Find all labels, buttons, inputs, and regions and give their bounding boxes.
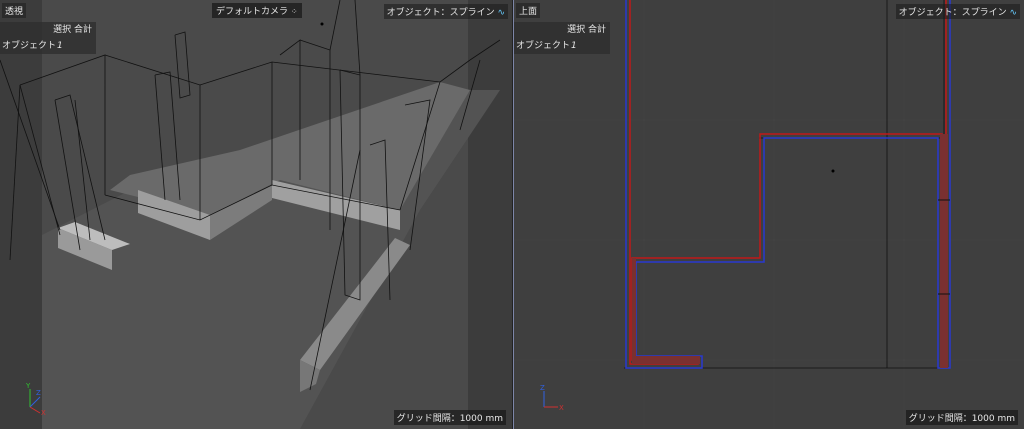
axis-x-label: X <box>41 409 46 415</box>
spline-outline-blue <box>625 0 951 369</box>
camera-dots-icon: ⁘ <box>290 7 298 16</box>
grid-spacing-label: グリッド間隔：1000 mm <box>905 410 1018 425</box>
left-dark-strip <box>0 0 42 429</box>
axis-x-label: X <box>559 404 564 412</box>
right-dark-strip <box>468 0 512 429</box>
selection-stats: 選択 合計 オブジェクト 1 <box>514 22 610 54</box>
viewport-name[interactable]: 上面 <box>516 3 541 18</box>
spline-icon: ∿ <box>497 8 505 18</box>
stats-value: 1 <box>571 41 577 51</box>
viewport-name[interactable]: 透視 <box>2 3 27 18</box>
wall-fill <box>632 356 700 364</box>
camera-name: デフォルトカメラ <box>216 7 289 17</box>
top-scene <box>514 0 1024 429</box>
wall-fill <box>632 258 636 360</box>
stats-label: オブジェクト <box>516 41 571 51</box>
display-mode-label[interactable]: オブジェクト：スプライン ∿ <box>895 4 1020 19</box>
stats-header: 選択 合計 <box>53 25 92 35</box>
stats-value: 1 <box>57 41 63 51</box>
spline-outline-red <box>629 0 947 365</box>
top-viewport[interactable]: 上面 オブジェクト：スプライン ∿ 選択 合計 オブジェクト 1 Z X グリッ… <box>513 0 1024 429</box>
stats-label: オブジェクト <box>2 41 57 51</box>
axis-z-label: Z <box>540 384 545 392</box>
perspective-scene <box>0 0 512 429</box>
wall-fill <box>940 134 948 368</box>
axis-z-label: Z <box>36 389 41 397</box>
stats-header: 選択 合計 <box>567 25 606 35</box>
selection-stats: 選択 合計 オブジェクト 1 <box>0 22 96 54</box>
stats-row: オブジェクト 1 <box>514 38 610 54</box>
grid-spacing-label: グリッド間隔：1000 mm <box>393 410 506 425</box>
display-mode-text: オブジェクト：スプライン <box>898 8 1007 18</box>
display-mode-text: オブジェクト：スプライン <box>386 8 495 18</box>
stats-row: オブジェクト 1 <box>0 38 96 54</box>
camera-selector[interactable]: デフォルトカメラ ⁘ <box>212 3 302 18</box>
axis-gizmo-icon: Z X <box>540 384 564 412</box>
display-mode-label[interactable]: オブジェクト：スプライン ∿ <box>383 4 508 19</box>
axis-y-label: Y <box>25 382 31 390</box>
perspective-viewport[interactable]: 透視 デフォルトカメラ ⁘ オブジェクト：スプライン ∿ 選択 合計 オブジェク… <box>0 0 512 429</box>
axis-gizmo-icon: Y Z X <box>25 382 46 415</box>
scene-origin-point <box>320 22 324 26</box>
spline-icon: ∿ <box>1009 8 1017 18</box>
scene-origin-point <box>831 169 835 173</box>
